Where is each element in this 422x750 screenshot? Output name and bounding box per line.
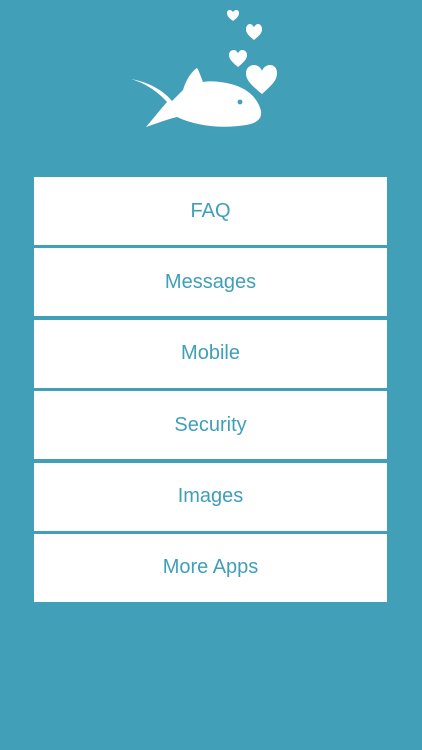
menu-item-messages[interactable]: Messages <box>34 248 387 317</box>
heart-icon <box>227 10 239 21</box>
menu-item-images[interactable]: Images <box>34 462 387 531</box>
app-logo <box>0 0 422 150</box>
menu-item-more-apps[interactable]: More Apps <box>34 533 387 602</box>
fish-with-hearts-icon <box>131 10 277 127</box>
heart-icon <box>246 24 262 40</box>
menu-item-mobile[interactable]: Mobile <box>34 319 387 388</box>
main-menu: FAQ Messages Mobile Security Images More… <box>34 177 387 602</box>
heart-icon <box>246 65 277 94</box>
menu-item-faq[interactable]: FAQ <box>34 177 387 245</box>
menu-item-security[interactable]: Security <box>34 391 387 460</box>
fish-icon <box>131 68 262 127</box>
heart-icon <box>229 50 247 67</box>
fish-eye-icon <box>237 99 243 105</box>
